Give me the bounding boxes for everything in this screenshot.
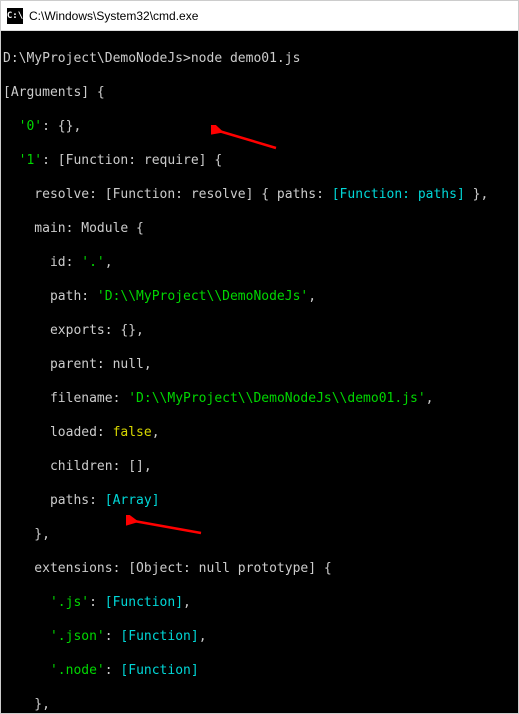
cmd-icon: C:\ bbox=[7, 8, 23, 24]
output-line: filename: 'D:\\MyProject\\DemoNodeJs\\de… bbox=[3, 390, 518, 407]
output-line: '.json': [Function], bbox=[3, 628, 518, 645]
annotation-arrow-icon bbox=[211, 91, 281, 187]
title-bar[interactable]: C:\ C:\Windows\System32\cmd.exe bbox=[1, 1, 518, 31]
output-line: paths: [Array] bbox=[3, 492, 518, 509]
cmd-window: C:\ C:\Windows\System32\cmd.exe D:\MyPro… bbox=[0, 0, 519, 714]
output-line: '0': {}, bbox=[3, 118, 518, 135]
terminal-output[interactable]: D:\MyProject\DemoNodeJs>node demo01.js [… bbox=[1, 31, 518, 713]
output-line: }, bbox=[3, 526, 518, 543]
prompt-line: D:\MyProject\DemoNodeJs>node demo01.js bbox=[3, 50, 518, 67]
output-line: [Arguments] { bbox=[3, 84, 518, 101]
output-line: '.node': [Function] bbox=[3, 662, 518, 679]
output-line: extensions: [Object: null prototype] { bbox=[3, 560, 518, 577]
output-line: id: '.', bbox=[3, 254, 518, 271]
window-title: C:\Windows\System32\cmd.exe bbox=[29, 9, 198, 23]
output-line: }, bbox=[3, 696, 518, 713]
output-line: children: [], bbox=[3, 458, 518, 475]
output-line: '.js': [Function], bbox=[3, 594, 518, 611]
output-line: exports: {}, bbox=[3, 322, 518, 339]
output-line: path: 'D:\\MyProject\\DemoNodeJs', bbox=[3, 288, 518, 305]
output-line: resolve: [Function: resolve] { paths: [F… bbox=[3, 186, 518, 203]
output-line: loaded: false, bbox=[3, 424, 518, 441]
output-line: parent: null, bbox=[3, 356, 518, 373]
output-line: '1': [Function: require] { bbox=[3, 152, 518, 169]
output-line: main: Module { bbox=[3, 220, 518, 237]
